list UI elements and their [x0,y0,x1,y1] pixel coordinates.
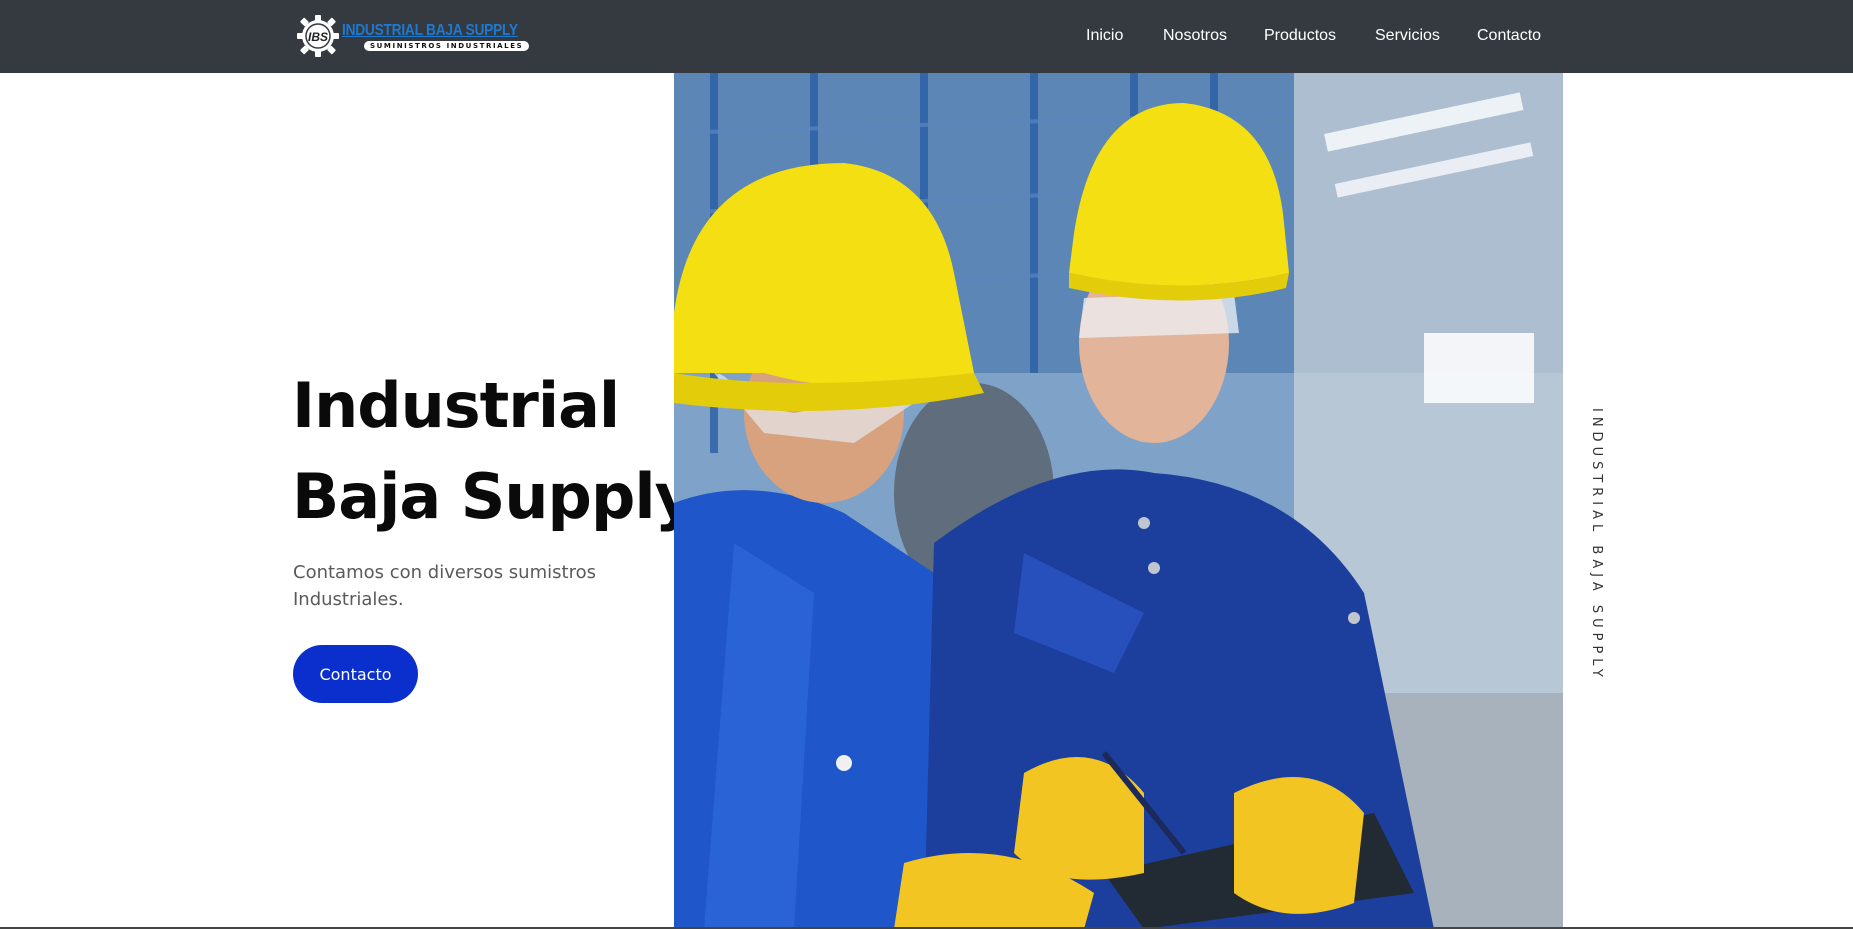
nav-productos[interactable]: Productos [1264,27,1336,45]
main-nav: Inicio Nosotros Productos Servicios Cont… [0,0,1853,73]
vertical-brand-text: INDUSTRIAL BAJA SUPPLY [1589,408,1604,682]
hero-image [674,73,1563,929]
nav-inicio[interactable]: Inicio [1086,27,1123,45]
hero-title-line1: Industrial [292,369,620,442]
nav-contacto[interactable]: Contacto [1477,27,1541,45]
hero-title: Industrial Baja Supply [292,360,695,542]
hero-title-line2: Baja Supply [292,460,695,533]
hero-subtitle: Contamos con diversos sumistros Industri… [293,562,596,610]
contact-button[interactable]: Contacto [293,645,418,703]
site-header: IBS INDUSTRIAL BAJA SUPPLY SUMINISTROS I… [0,0,1853,73]
nav-servicios[interactable]: Servicios [1375,27,1440,45]
workers-photo-icon [674,73,1563,929]
nav-nosotros[interactable]: Nosotros [1163,27,1227,45]
